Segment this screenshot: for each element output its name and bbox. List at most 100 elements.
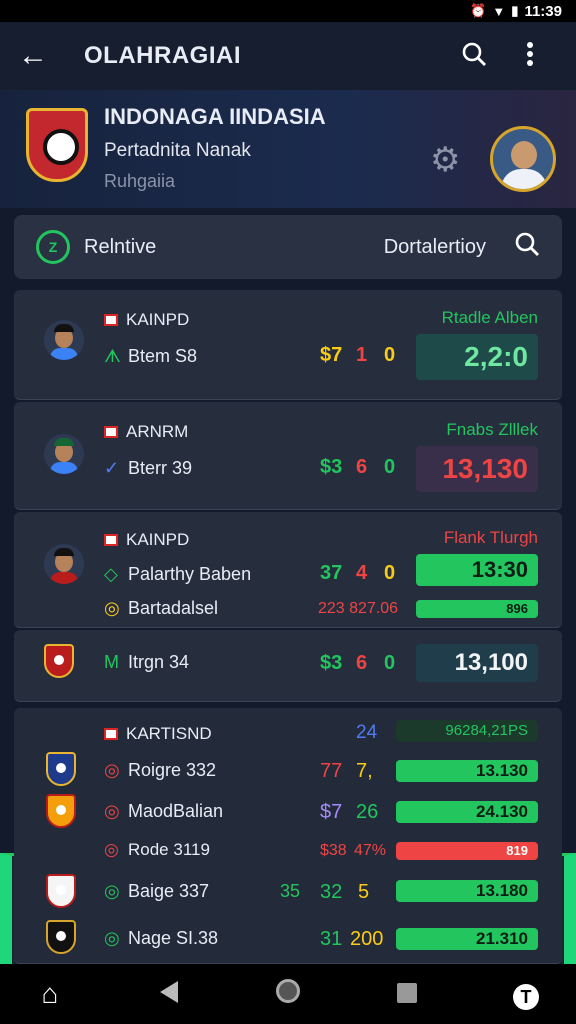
match-card[interactable]: ARNRM ✓ Bterr 39 $3 6 0 Fnabs Zlllek 13,1… — [14, 402, 562, 510]
ring-icon: ◎ — [104, 760, 120, 780]
league-row-score-a: $7 — [320, 801, 343, 823]
league-row-badge[interactable]: 13.130 — [396, 760, 538, 782]
gear-icon[interactable]: ⚙ — [430, 140, 460, 180]
flag-icon — [104, 314, 118, 326]
league-row-score-b: 200 — [350, 928, 384, 950]
ring-icon: ◎ — [104, 881, 120, 901]
league-row-score-b: 7, — [356, 760, 373, 782]
player-name: ᗑ Btem S8 — [104, 346, 198, 366]
team-crest — [26, 108, 88, 182]
league-card[interactable]: KARTISND 24 96284,21PS ◎ Roigre 332 77 7,… — [14, 708, 562, 964]
match-status: Rtadle Alben — [441, 308, 538, 327]
match-card[interactable]: KAINPD ᗑ Btem S8 $7 1 0 Rtadle Alben 2,2:… — [14, 290, 562, 400]
player-name: ◇ Palarthy Baben — [104, 564, 252, 584]
match-tag: ARNRM — [104, 422, 188, 442]
team-shield-icon — [46, 752, 76, 786]
back-nav-icon[interactable] — [149, 978, 189, 1010]
ring-icon: ◎ — [104, 598, 120, 618]
team-shield-icon — [46, 874, 76, 908]
ring-icon: ◎ — [104, 928, 120, 948]
league-row-score-b: 32 — [320, 881, 343, 903]
home-icon[interactable]: ⌂ — [30, 978, 70, 1010]
status-time: 11:39 — [524, 2, 562, 20]
team-subtitle: Pertadnita Nanak — [104, 140, 251, 161]
player-avatar — [44, 434, 84, 474]
back-arrow-icon[interactable]: ← — [18, 39, 68, 73]
score-badge[interactable]: 2,2:0 — [416, 334, 538, 380]
player-avatar — [44, 544, 84, 584]
match-status: Fnabs Zlllek — [446, 420, 538, 439]
league-row-badge: 819 — [396, 842, 538, 860]
profile-avatar[interactable] — [490, 126, 556, 192]
filter-right-label[interactable]: Dortalertioy — [384, 236, 486, 259]
league-row-badge[interactable]: 24.130 — [396, 801, 538, 823]
league-row-player: ◎ Baige 337 — [104, 881, 210, 901]
league-row-score-a: 35 — [280, 881, 301, 901]
search-icon[interactable] — [446, 41, 502, 72]
league-row-badge[interactable]: 13.180 — [396, 880, 538, 902]
flag-icon — [104, 728, 118, 740]
match-tag: KAINPD — [104, 530, 189, 550]
league-row-player: ◎ Roigre 332 — [104, 760, 217, 780]
diamond-icon: ◇ — [104, 564, 118, 584]
sub-value: 223 827.06 — [318, 600, 399, 617]
player-name: M Itrgn 34 — [104, 652, 190, 672]
app-bar: ← OLAHRAGIAI — [0, 22, 576, 90]
page-title: OLAHRAGIAI — [84, 42, 241, 69]
score-badge[interactable]: 13,130 — [416, 446, 538, 492]
score-a: $7 — [320, 344, 343, 366]
flag-icon — [104, 426, 118, 438]
team-subtitle-secondary: Ruhgaiia — [104, 171, 176, 191]
league-row-player: ◎ MaodBalian — [104, 801, 224, 821]
match-card[interactable]: KAINPD ◇ Palarthy Baben 37 4 0 Flank Tlur… — [14, 512, 562, 628]
check-icon: ✓ — [104, 458, 120, 478]
m-icon: M — [104, 652, 119, 672]
league-row-badge[interactable]: 21.310 — [396, 928, 538, 950]
filter-search-icon[interactable] — [514, 231, 540, 264]
ring-icon: ◎ — [104, 840, 119, 859]
league-row-player: ◎ Rode 3119 — [104, 840, 210, 859]
match-status: Flank Tlurgh — [443, 528, 538, 547]
league-tag: KARTISND — [104, 724, 212, 744]
filter-logo-icon: Z — [36, 230, 70, 264]
status-bar: ⏰ ▼ ▮ 11:39 — [0, 0, 576, 22]
score-a: $3 — [320, 456, 343, 478]
score-b: 6 — [356, 456, 368, 478]
score-b: 6 — [356, 652, 368, 674]
filter-bar[interactable]: Z Relntive Dortalertioy — [14, 215, 562, 279]
score-c: 0 — [384, 456, 396, 478]
recents-icon[interactable] — [387, 978, 427, 1010]
sub-player-name: ◎ Bartadalsel — [104, 598, 219, 618]
more-options-icon[interactable] — [502, 41, 558, 72]
league-row-score-c: 5 — [358, 881, 370, 903]
assistant-icon[interactable]: T — [506, 978, 546, 1011]
team-shield-icon — [44, 644, 74, 678]
team-shield-icon — [46, 794, 76, 828]
battery-icon: ▮ — [511, 3, 519, 18]
score-badge[interactable]: 13:30 — [416, 554, 538, 586]
score-a: $3 — [320, 652, 343, 674]
score-badge[interactable]: 13,100 — [416, 644, 538, 682]
match-tag: KAINPD — [104, 310, 189, 330]
match-card[interactable]: M Itrgn 34 $3 6 0 13,100 — [14, 630, 562, 702]
score-b: 1 — [356, 344, 368, 366]
alarm-icon: ⏰ — [470, 3, 487, 18]
player-avatar — [44, 320, 84, 360]
team-header: INDONAGA IINDASIA Pertadnita Nanak Ruhga… — [0, 90, 576, 208]
league-row-score-b: 47% — [354, 842, 387, 859]
wifi-icon: ▼ — [492, 3, 506, 19]
league-header-badge: 96284,21PS — [396, 720, 538, 742]
progress-badge: 896 — [416, 600, 538, 618]
filter-label[interactable]: Relntive — [84, 236, 384, 259]
team-name: INDONAGA IINDASIA — [104, 104, 326, 129]
ring-icon: ◎ — [104, 801, 120, 821]
home-circle-icon[interactable] — [268, 978, 308, 1010]
system-nav-bar: ⌂ T — [0, 964, 576, 1024]
player-name: ✓ Bterr 39 — [104, 458, 193, 478]
flag-icon — [104, 534, 118, 546]
league-row-score-b: 26 — [356, 801, 379, 823]
score-c: 0 — [384, 344, 396, 366]
league-row-score-a: 31 — [320, 928, 343, 950]
league-header-score: 24 — [356, 722, 378, 743]
score-a: 37 — [320, 562, 343, 584]
